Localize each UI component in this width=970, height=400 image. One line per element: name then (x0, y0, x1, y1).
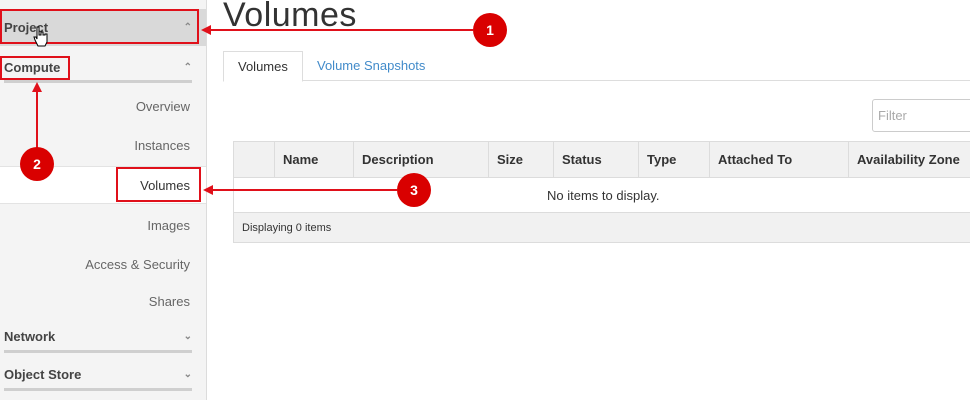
page: Project ⌃ Compute ⌃ Overview Instances V… (0, 0, 970, 400)
step-badge-3: 3 (397, 173, 431, 207)
hand-cursor-icon (33, 26, 48, 47)
step-badge-2: 2 (20, 147, 54, 181)
annotation-arrows (32, 25, 473, 195)
step-badge-1: 1 (473, 13, 507, 47)
